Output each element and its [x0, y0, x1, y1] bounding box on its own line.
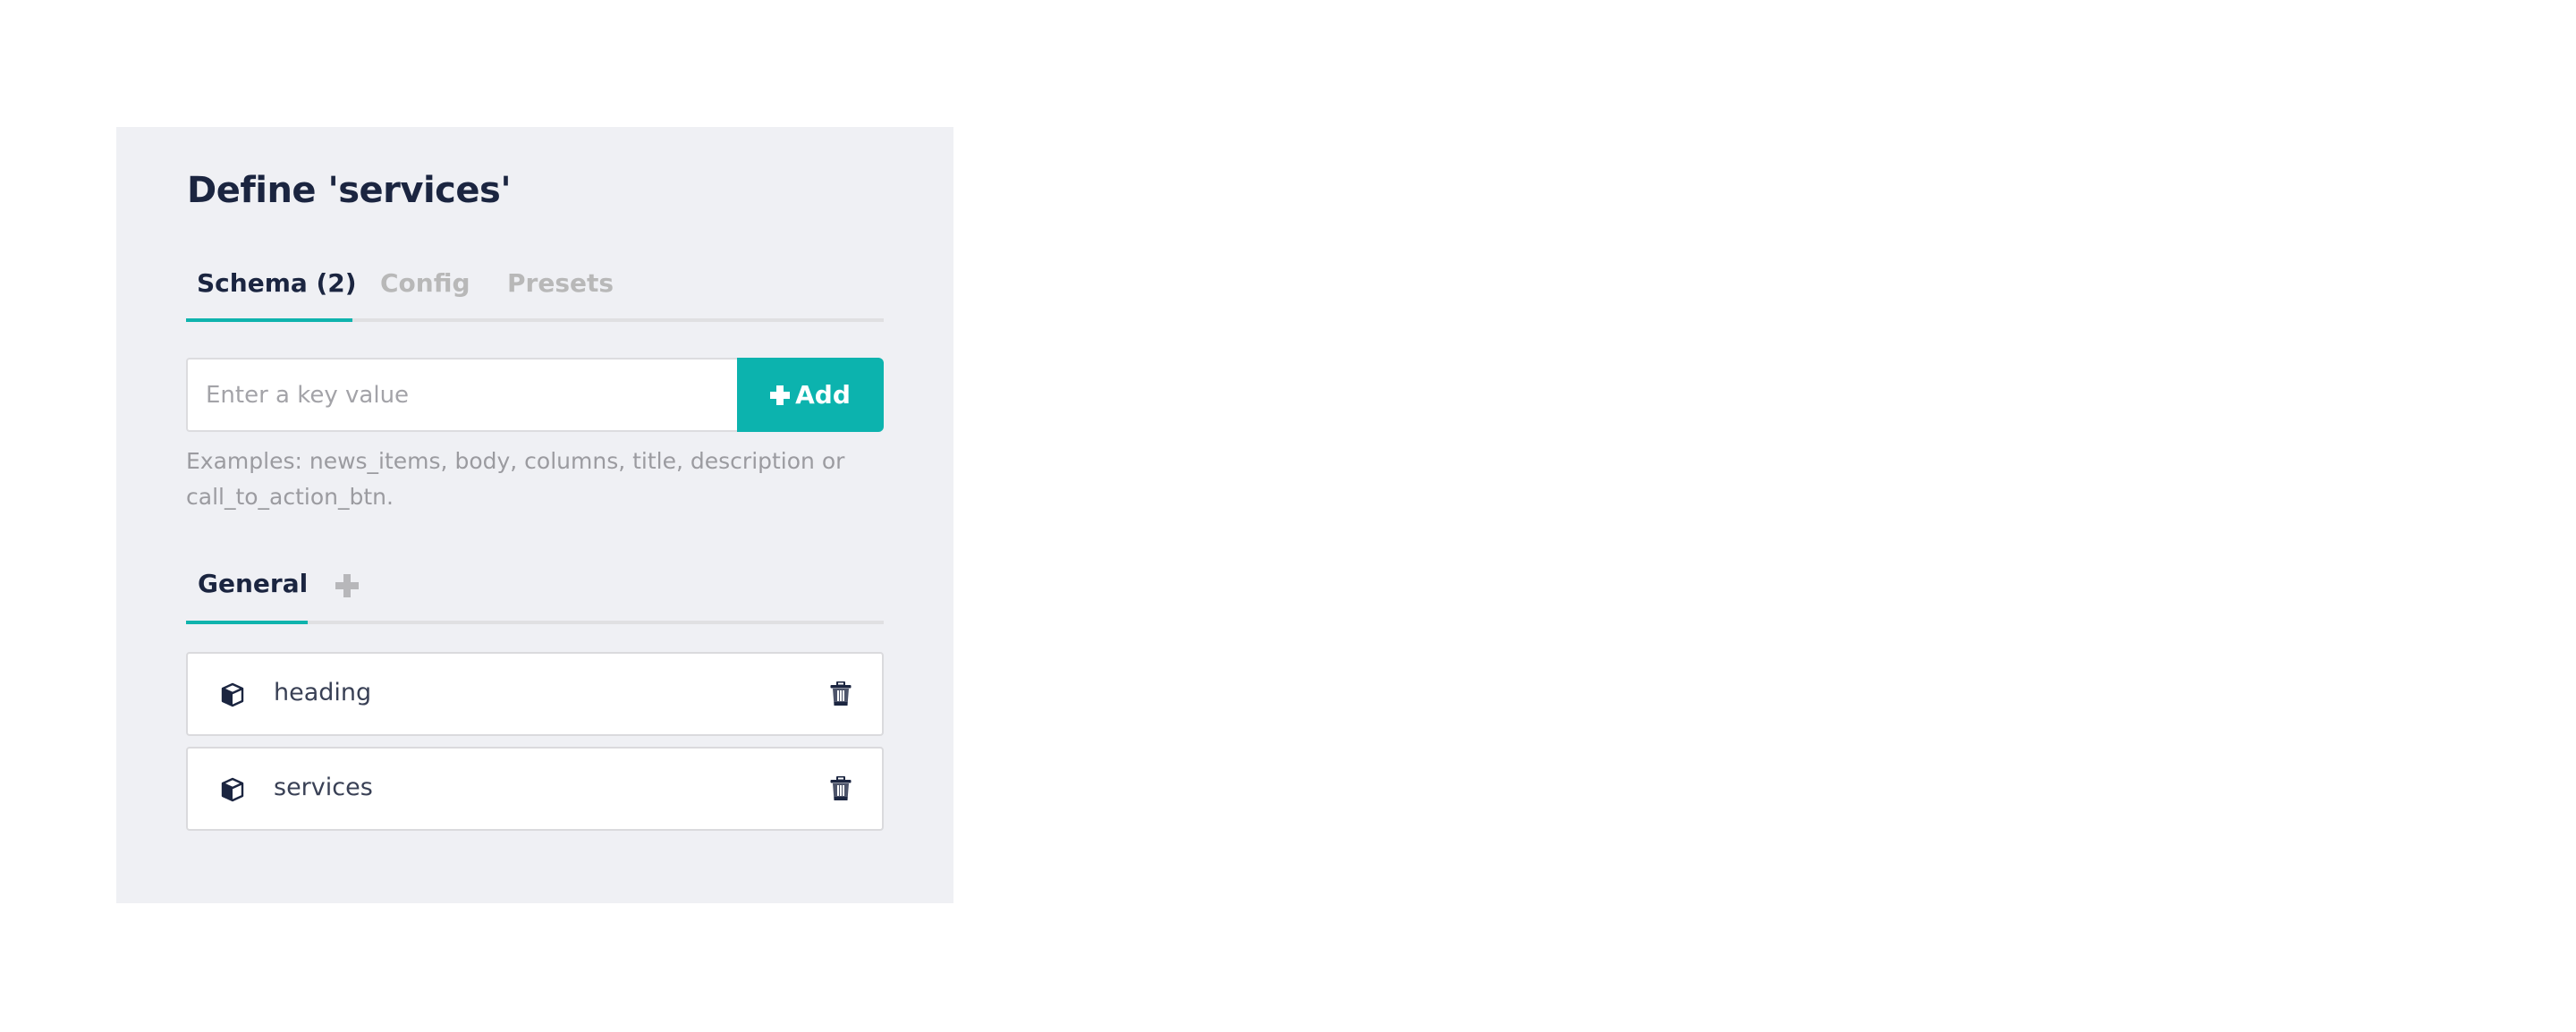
tab-active-indicator	[186, 318, 352, 322]
help-text: Examples: news_items, body, columns, tit…	[186, 448, 845, 510]
trash-icon[interactable]	[830, 776, 852, 801]
plus-icon	[770, 385, 791, 405]
group-tabs: General	[186, 563, 884, 624]
tab-config[interactable]: Config	[380, 268, 470, 298]
trash-icon[interactable]	[830, 681, 852, 706]
tab-presets[interactable]: Presets	[507, 268, 614, 298]
tab-general[interactable]: General	[198, 569, 308, 598]
group-tab-active-indicator	[186, 621, 308, 624]
schema-tabs: Schema (2) Config Presets	[186, 265, 884, 322]
cube-icon	[221, 682, 244, 707]
add-button[interactable]: Add	[737, 358, 884, 432]
add-group-plus-icon[interactable]	[335, 574, 359, 597]
field-row-services[interactable]: services	[186, 747, 884, 831]
cube-icon	[221, 777, 244, 802]
field-label: services	[274, 774, 373, 801]
field-label: heading	[274, 679, 372, 706]
add-button-label: Add	[795, 380, 851, 410]
page-title: Define 'services'	[187, 170, 512, 211]
key-input[interactable]	[186, 358, 737, 432]
field-row-heading[interactable]: heading	[186, 652, 884, 736]
tab-schema[interactable]: Schema (2)	[197, 268, 357, 298]
